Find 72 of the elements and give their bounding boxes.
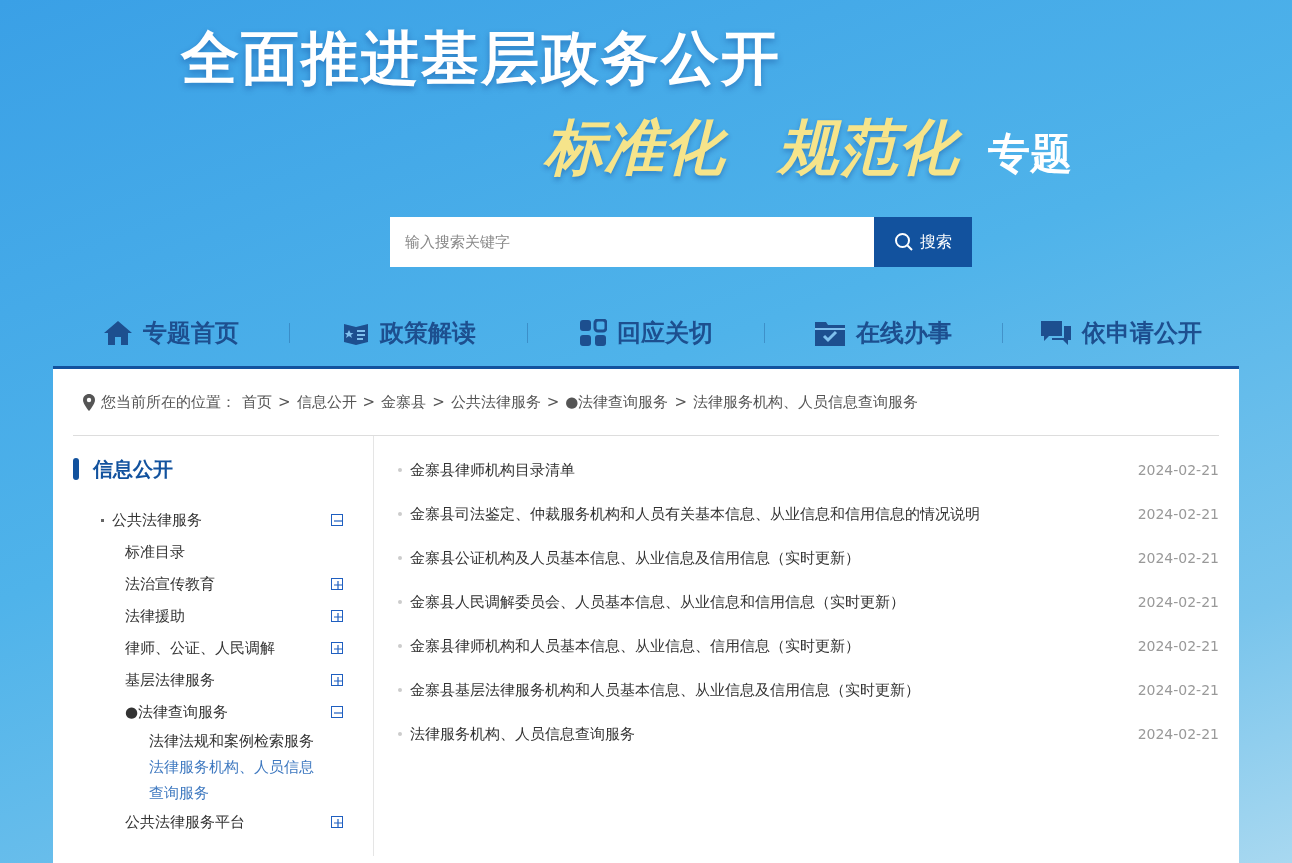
location-pin-icon xyxy=(83,393,95,411)
breadcrumb-label: 您当前所在的位置： xyxy=(101,392,236,412)
banner-subtitle-suffix: 专题 xyxy=(988,128,1072,180)
article-date: 2024-02-21 xyxy=(1137,462,1219,478)
plus-icon xyxy=(332,817,344,829)
article-link[interactable]: 法律服务机构、人员信息查询服务 xyxy=(410,724,635,744)
article-link[interactable]: 金寨县司法鉴定、仲裁服务机构和人员有关基本信息、从业信息和信用信息的情况说明 xyxy=(410,504,980,524)
bullet-dot xyxy=(398,468,402,472)
plus-icon xyxy=(332,579,344,591)
bullet-dot xyxy=(398,732,402,736)
article-link[interactable]: 金寨县公证机构及人员基本信息、从业信息及信用信息（实时更新） xyxy=(410,548,860,568)
article-link[interactable]: 金寨县人民调解委员会、人员基本信息、从业信息和信用信息（实时更新） xyxy=(410,592,905,612)
tree-item[interactable]: 法律服务机构、人员信息查询服务 xyxy=(149,754,317,806)
nav-link[interactable]: 依申请公开 xyxy=(1039,317,1202,349)
grid-icon xyxy=(579,319,607,347)
breadcrumb-separator: > xyxy=(278,393,291,411)
banner-title: 全面推进基层政务公开 xyxy=(181,23,781,94)
article-date: 2024-02-21 xyxy=(1137,506,1219,522)
breadcrumb-link[interactable]: 公共法律服务 xyxy=(450,392,541,412)
breadcrumb-link[interactable]: ●法律查询服务 xyxy=(565,392,669,412)
tree-item[interactable]: 法律援助 xyxy=(125,606,185,626)
tree-item[interactable]: 公共法律服务 xyxy=(112,510,202,530)
breadcrumb-separator: > xyxy=(546,393,560,411)
article-date: 2024-02-21 xyxy=(1137,638,1219,654)
chat-icon xyxy=(1039,319,1072,347)
home-icon xyxy=(103,320,134,346)
plus-icon xyxy=(332,643,344,655)
plus-icon xyxy=(332,675,344,687)
breadcrumb-link[interactable]: 信息公开 xyxy=(296,392,357,412)
tree-item[interactable]: 标准目录 xyxy=(125,542,185,562)
search-icon xyxy=(894,232,914,252)
banner-subtitle: 规范化 xyxy=(774,108,972,195)
tree-item[interactable]: 法治宣传教育 xyxy=(125,574,215,594)
tree-item[interactable]: 公共法律服务平台 xyxy=(125,812,245,832)
breadcrumb-separator: > xyxy=(674,393,687,411)
article-date: 2024-02-21 xyxy=(1137,550,1219,566)
bullet-dot xyxy=(398,688,402,692)
search-button[interactable]: 搜索 xyxy=(874,217,972,267)
expand-toggle[interactable] xyxy=(331,642,343,654)
expand-toggle[interactable] xyxy=(331,674,343,686)
folder-check-icon xyxy=(814,319,847,347)
title-bar xyxy=(73,458,79,480)
tree-item[interactable]: ●法律查询服务 xyxy=(125,702,229,722)
nav-link[interactable]: 在线办事 xyxy=(814,317,953,349)
article-link[interactable]: 金寨县律师机构目录清单 xyxy=(410,460,575,480)
article-link[interactable]: 金寨县基层法律服务机构和人员基本信息、从业信息及信用信息（实时更新） xyxy=(410,680,920,700)
bullet-marker xyxy=(101,518,104,522)
article-date: 2024-02-21 xyxy=(1137,594,1219,610)
tree-item[interactable]: 法律法规和案例检索服务 xyxy=(149,728,314,754)
bullet-dot xyxy=(398,644,402,648)
expand-toggle[interactable] xyxy=(331,578,343,590)
bullet-dot xyxy=(398,556,402,560)
tree-item[interactable]: 律师、公证、人民调解 xyxy=(125,638,275,658)
banner-subtitle: 标准化 xyxy=(540,108,738,195)
article-date: 2024-02-21 xyxy=(1137,726,1219,742)
breadcrumb-link[interactable]: 法律服务机构、人员信息查询服务 xyxy=(693,392,918,412)
collapse-toggle[interactable] xyxy=(331,706,343,718)
search-field[interactable]: 输入搜索关键字 xyxy=(390,217,874,267)
sidebar-title: 信息公开 xyxy=(93,455,173,483)
article-link[interactable]: 金寨县律师机构和人员基本信息、从业信息、信用信息（实时更新） xyxy=(410,636,860,656)
breadcrumb-link[interactable]: 首页 xyxy=(242,392,272,412)
bullet-dot xyxy=(398,512,402,516)
bullet-dot xyxy=(398,600,402,604)
article-date: 2024-02-21 xyxy=(1137,682,1219,698)
expand-toggle[interactable] xyxy=(331,816,343,828)
breadcrumb-separator: > xyxy=(432,393,445,411)
plus-icon xyxy=(332,611,344,623)
breadcrumb-link[interactable]: 金寨县 xyxy=(381,392,427,412)
collapse-toggle[interactable] xyxy=(331,514,343,526)
expand-toggle[interactable] xyxy=(331,610,343,622)
tree-item[interactable]: 基层法律服务 xyxy=(125,670,215,690)
breadcrumb-separator: > xyxy=(362,393,376,411)
